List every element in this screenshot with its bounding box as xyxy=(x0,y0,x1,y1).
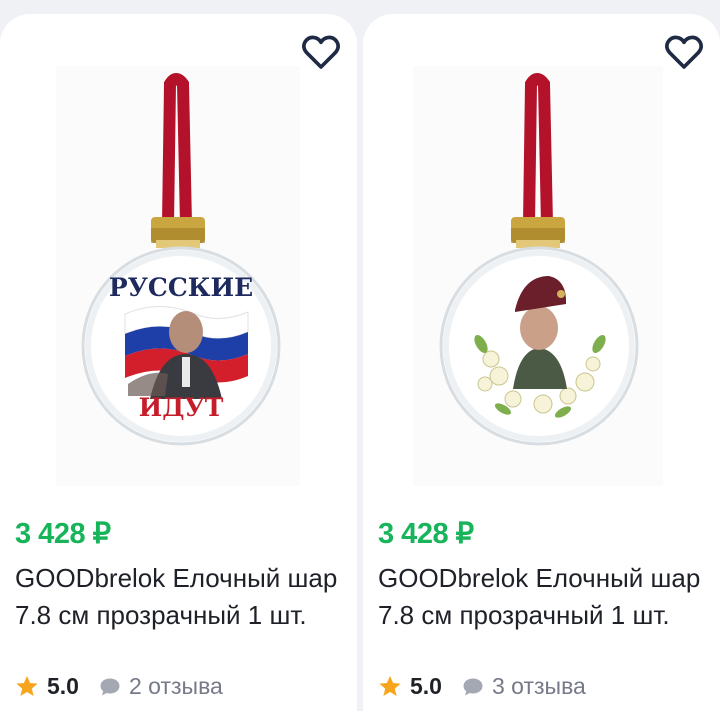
product-title[interactable]: GOODbrelok Елочный шар 7.8 см прозрачный… xyxy=(15,560,345,634)
product-image[interactable] xyxy=(363,14,720,504)
product-card[interactable]: РУССКИЕ ИДУТ 3 428 ₽ GOODbrelok Елочный … xyxy=(0,14,357,711)
comment-icon xyxy=(463,678,483,695)
favorite-button[interactable] xyxy=(662,30,706,74)
product-meta: 5.0 2 отзыва xyxy=(15,673,223,700)
star-icon xyxy=(16,676,38,696)
heart-icon xyxy=(665,35,703,69)
ball-text-top: РУССКИЕ xyxy=(109,273,253,302)
star-icon xyxy=(379,676,401,696)
product-grid: РУССКИЕ ИДУТ 3 428 ₽ GOODbrelok Елочный … xyxy=(0,0,720,711)
product-card[interactable]: 3 428 ₽ GOODbrelok Елочный шар 7.8 см пр… xyxy=(363,14,720,711)
product-image[interactable]: РУССКИЕ ИДУТ xyxy=(0,14,357,504)
rating-value: 5.0 xyxy=(47,673,79,699)
favorite-button[interactable] xyxy=(299,30,343,74)
product-price: 3 428 ₽ xyxy=(378,518,474,550)
comment-icon xyxy=(100,678,120,695)
reviews-link[interactable]: 3 отзыва xyxy=(462,673,586,700)
reviews-count: 2 отзыва xyxy=(128,673,223,699)
rating-value: 5.0 xyxy=(410,673,442,699)
product-price: 3 428 ₽ xyxy=(15,518,111,550)
reviews-count: 3 отзыва xyxy=(491,673,586,699)
product-meta: 5.0 3 отзыва xyxy=(378,673,586,700)
reviews-link[interactable]: 2 отзыва xyxy=(99,673,223,700)
heart-icon xyxy=(302,35,340,69)
product-title[interactable]: GOODbrelok Елочный шар 7.8 см прозрачный… xyxy=(378,560,708,634)
ball-text-bottom: ИДУТ xyxy=(139,393,224,422)
